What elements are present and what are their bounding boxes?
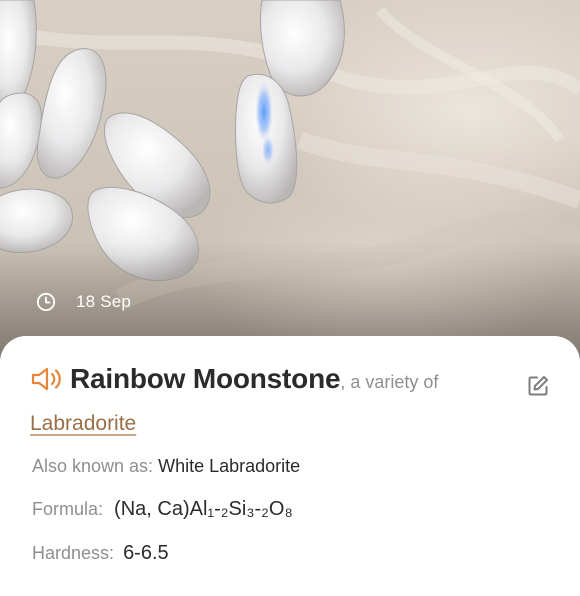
photo-date: 18 Sep bbox=[36, 292, 131, 312]
aka-row: Also known as: White Labradorite bbox=[32, 456, 300, 477]
stone bbox=[0, 92, 42, 189]
title-row: Rainbow Moonstone, a variety of Labrador… bbox=[30, 360, 540, 445]
aka-label: Also known as: bbox=[32, 456, 154, 476]
formula-label: Formula: bbox=[32, 499, 104, 519]
identification-card: Rainbow Moonstone, a variety of Labrador… bbox=[0, 336, 580, 596]
hardness-label: Hardness: bbox=[32, 543, 115, 563]
stone bbox=[37, 48, 107, 179]
stone-name: Rainbow Moonstone bbox=[70, 363, 341, 394]
date-text: 18 Sep bbox=[76, 292, 132, 311]
stone-photo[interactable]: 18 Sep bbox=[0, 0, 580, 360]
clock-icon bbox=[36, 292, 56, 312]
formula-row: Formula: (Na, Ca)Al₁-₂Si₃-₂O₈ bbox=[32, 498, 293, 521]
parent-mineral-link[interactable]: Labradorite bbox=[30, 405, 136, 443]
hardness-value: 6-6.5 bbox=[123, 542, 169, 564]
hardness-row: Hardness: 6-6.5 bbox=[32, 542, 169, 565]
variety-text: , a variety of bbox=[340, 372, 439, 392]
aka-value: White Labradorite bbox=[158, 456, 301, 476]
formula-value: (Na, Ca)Al₁-₂Si₃-₂O₈ bbox=[114, 498, 293, 520]
speaker-icon[interactable] bbox=[30, 366, 64, 392]
edit-icon[interactable] bbox=[526, 374, 550, 398]
